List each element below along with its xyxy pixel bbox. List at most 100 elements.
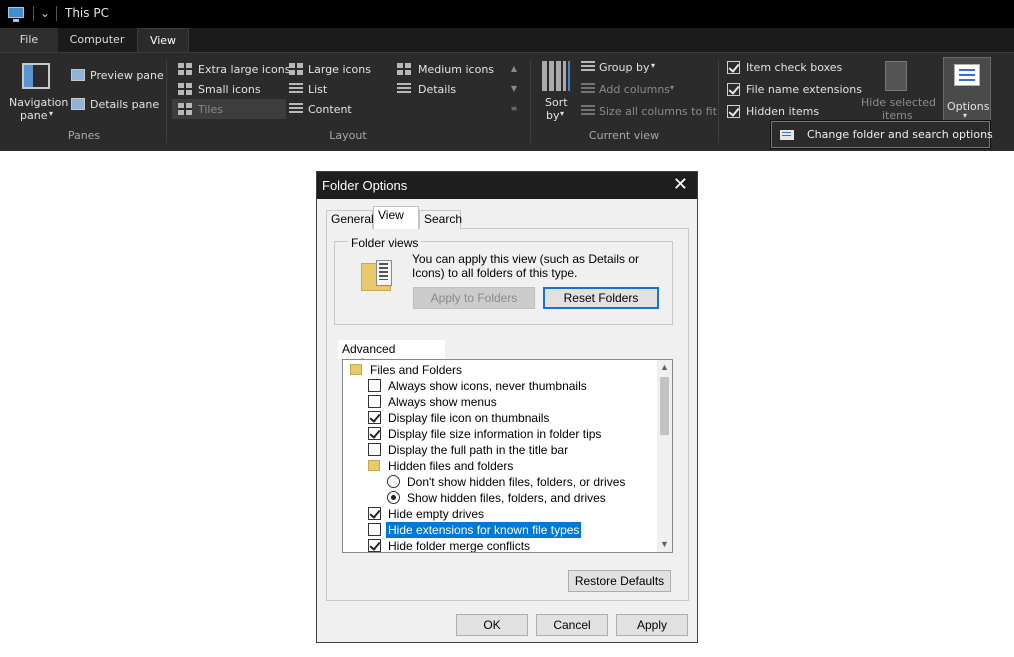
tab-general[interactable]: General bbox=[326, 210, 374, 229]
checkbox[interactable] bbox=[368, 411, 381, 424]
list-item-label: Display file icon on thumbnails bbox=[388, 411, 550, 425]
checkbox[interactable] bbox=[368, 507, 381, 520]
apply-button[interactable]: Apply bbox=[616, 614, 688, 636]
change-folder-options-item[interactable]: Change folder and search options bbox=[807, 128, 993, 141]
details-icon bbox=[397, 83, 411, 95]
advanced-settings-scrollbar[interactable]: ▲ ▼ bbox=[657, 360, 672, 552]
add-columns-icon bbox=[581, 83, 595, 95]
checkbox[interactable] bbox=[368, 523, 381, 536]
restore-defaults-button[interactable]: Restore Defaults bbox=[568, 570, 671, 592]
hide-selected-label: Hide selected bbox=[861, 96, 937, 109]
list-label: List bbox=[308, 83, 328, 96]
preview-pane-label: Preview pane bbox=[90, 69, 164, 82]
chevron-down-icon: ▾ bbox=[560, 109, 565, 118]
folder-icon bbox=[368, 460, 380, 471]
hidden-items-checkbox[interactable] bbox=[727, 105, 740, 118]
extra-large-icons-icon bbox=[178, 63, 192, 75]
list-item-label: Display file size information in folder … bbox=[388, 427, 602, 441]
layout-gallery-scroll[interactable]: ▲ ▼ ≡ bbox=[508, 59, 520, 119]
list-item-label: Files and Folders bbox=[370, 363, 463, 377]
cancel-button[interactable]: Cancel bbox=[536, 614, 608, 636]
size-columns-icon bbox=[581, 105, 595, 117]
large-icons-icon bbox=[289, 63, 303, 75]
tiles-icon bbox=[178, 103, 192, 115]
advanced-settings-label: Advanced settings: bbox=[338, 340, 445, 370]
this-pc-icon bbox=[8, 7, 24, 22]
quick-access-dropdown-icon[interactable]: ⌄ bbox=[40, 6, 50, 20]
checkbox[interactable] bbox=[368, 395, 381, 408]
folder-views-legend: Folder views bbox=[348, 236, 422, 250]
chevron-down-icon[interactable]: ▼ bbox=[657, 537, 672, 552]
details-pane-icon bbox=[71, 98, 85, 110]
size-all-columns-label: Size all columns to fit bbox=[599, 105, 717, 118]
expand-gallery-icon[interactable]: ≡ bbox=[508, 99, 520, 119]
list-item-label: Display the full path in the title bar bbox=[388, 443, 569, 457]
close-icon[interactable]: ✕ bbox=[673, 175, 688, 193]
reset-folders-button[interactable]: Reset Folders bbox=[543, 287, 659, 309]
titlebar-separator bbox=[33, 6, 34, 21]
preview-pane-icon bbox=[71, 69, 85, 81]
list-item-label: Hidden files and folders bbox=[388, 459, 514, 473]
chevron-down-icon: ▾ bbox=[651, 61, 656, 70]
folder-icon bbox=[350, 364, 362, 375]
folder-views-description: You can apply this view (such as Details… bbox=[412, 252, 640, 280]
chevron-down-icon[interactable]: ▼ bbox=[508, 79, 520, 99]
small-icons-label: Small icons bbox=[198, 83, 261, 96]
tab-computer[interactable]: Computer bbox=[58, 28, 136, 52]
item-check-boxes-checkbox[interactable] bbox=[727, 61, 740, 74]
options-dropdown-menu[interactable]: Change folder and search options bbox=[771, 121, 993, 148]
group-by-label: Group by bbox=[599, 61, 650, 74]
ribbon-separator bbox=[718, 59, 719, 143]
list-item-label: Hide folder merge conflicts bbox=[388, 539, 531, 553]
list-item-label: Hide empty drives bbox=[388, 507, 485, 521]
panes-group-label: Panes bbox=[67, 129, 101, 142]
ribbon-tabs: File Computer View bbox=[0, 28, 1014, 52]
options-label: Options bbox=[947, 100, 990, 113]
chevron-down-icon: ▾ bbox=[49, 109, 54, 118]
navigation-pane-label: Navigation bbox=[9, 96, 69, 109]
list-icon bbox=[289, 83, 303, 95]
navigation-pane-icon bbox=[22, 63, 50, 89]
advanced-settings-list[interactable]: Files and Folders Always show icons, nev… bbox=[342, 359, 673, 553]
checkbox[interactable] bbox=[368, 443, 381, 456]
chevron-up-icon[interactable]: ▲ bbox=[657, 360, 672, 375]
content-icon bbox=[289, 103, 303, 115]
tab-view-dialog[interactable]: View bbox=[373, 206, 419, 229]
chevron-up-icon[interactable]: ▲ bbox=[508, 59, 520, 79]
scrollbar-thumb[interactable] bbox=[660, 377, 669, 435]
chevron-down-icon: ▾ bbox=[670, 83, 675, 92]
titlebar-separator bbox=[56, 6, 57, 21]
medium-icons-icon bbox=[397, 63, 411, 75]
tab-file[interactable]: File bbox=[0, 28, 58, 52]
hide-selected-icon bbox=[885, 61, 907, 91]
file-name-extensions-label: File name extensions bbox=[746, 83, 862, 96]
radio-button[interactable] bbox=[387, 491, 400, 504]
ok-button[interactable]: OK bbox=[456, 614, 528, 636]
apply-to-folders-button[interactable]: Apply to Folders bbox=[413, 287, 535, 309]
navigation-pane-label-2: pane bbox=[20, 109, 48, 122]
checkbox[interactable] bbox=[368, 539, 381, 552]
explorer-titlebar: ⌄ This PC bbox=[0, 0, 1014, 28]
item-check-boxes-label: Item check boxes bbox=[746, 61, 843, 74]
list-item-label: Show hidden files, folders, and drives bbox=[407, 491, 606, 505]
options-button[interactable]: Options ▾ bbox=[943, 57, 991, 121]
window-title: This PC bbox=[65, 6, 109, 20]
folder-options-icon bbox=[780, 130, 794, 140]
add-columns-label: Add columns bbox=[599, 83, 671, 96]
sort-by-icon bbox=[542, 61, 570, 91]
folder-options-dialog: Folder Options ✕ General View Search Fol… bbox=[316, 171, 698, 643]
list-item-label: Always show icons, never thumbnails bbox=[388, 379, 587, 393]
list-item-label: Don't show hidden files, folders, or dri… bbox=[407, 475, 626, 489]
chevron-down-icon: ▾ bbox=[963, 111, 968, 120]
tab-search[interactable]: Search bbox=[419, 210, 462, 229]
ribbon-separator bbox=[530, 59, 531, 143]
checkbox[interactable] bbox=[368, 427, 381, 440]
tab-view[interactable]: View bbox=[137, 28, 189, 52]
sort-by-label: Sort bbox=[545, 96, 568, 109]
explorer-window: ⌄ This PC File Computer View Navigation … bbox=[0, 0, 1014, 151]
checkbox[interactable] bbox=[368, 379, 381, 392]
sort-by-label-2: by bbox=[546, 109, 560, 122]
file-name-extensions-checkbox[interactable] bbox=[727, 83, 740, 96]
radio-button[interactable] bbox=[387, 475, 400, 488]
content-label: Content bbox=[308, 103, 352, 116]
